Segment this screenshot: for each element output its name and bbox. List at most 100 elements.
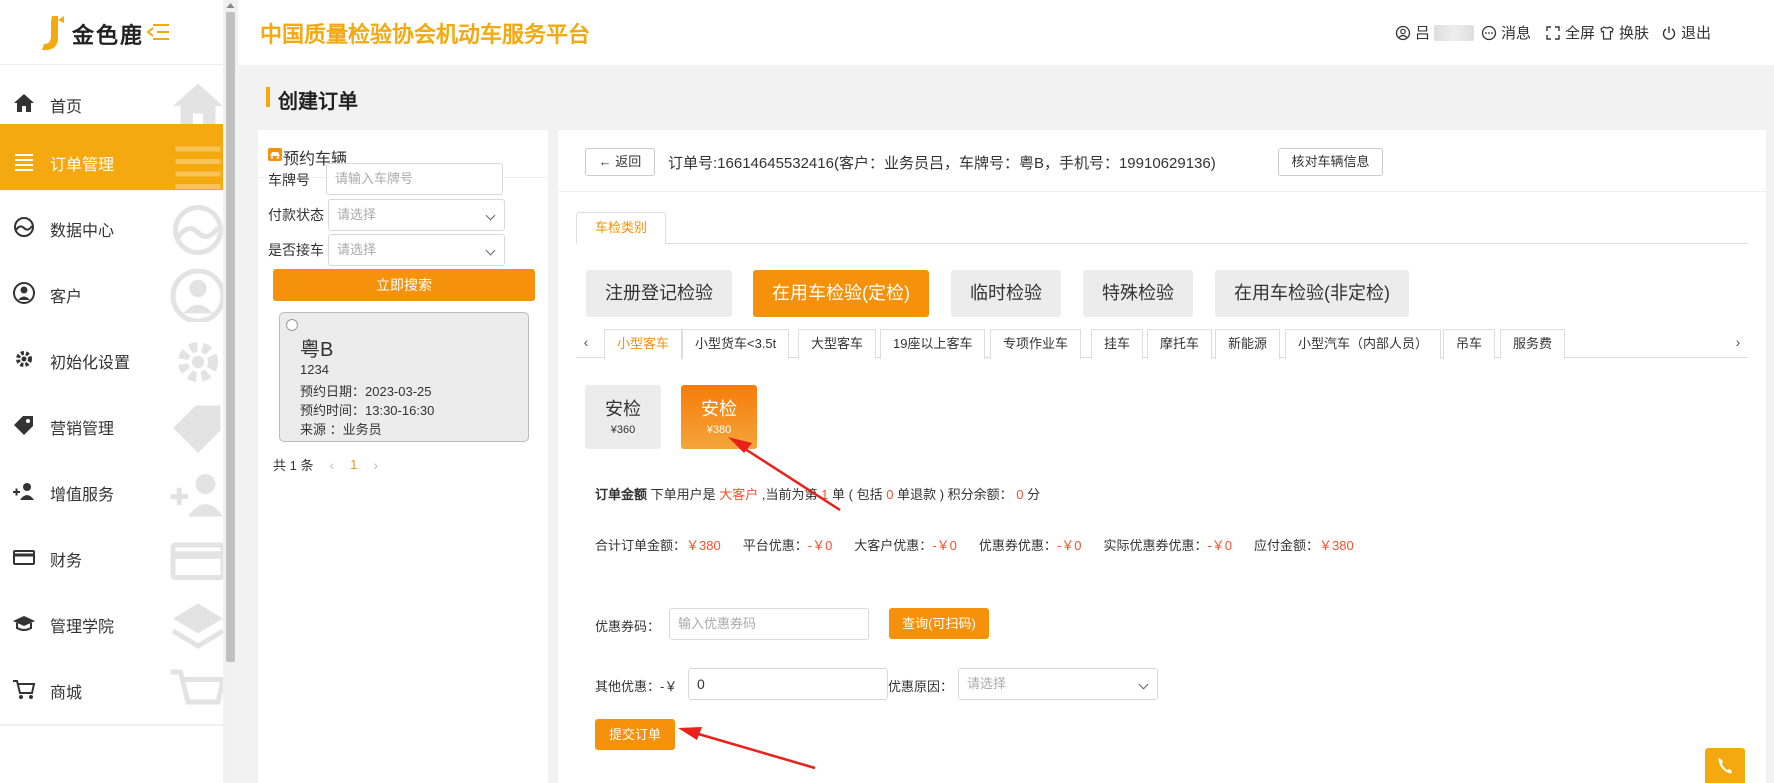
package-name: 安检 — [701, 399, 737, 419]
subtab-large-bus[interactable]: 大型客车 — [798, 329, 877, 359]
amount-text: 单退款 ) 积分余额： — [897, 487, 1013, 502]
user-name: 吕 — [1415, 25, 1431, 42]
sidebar-item-value-added[interactable]: 增值服务 — [0, 454, 223, 528]
pay-status-select[interactable]: 请选择 — [328, 199, 505, 231]
back-button[interactable]: ← 返回 — [585, 148, 655, 176]
sidebar-item-label: 初始化设置 — [50, 355, 131, 372]
sidebar-item-mall[interactable]: 商城 — [0, 652, 223, 726]
sidebar-item-academy[interactable]: 管理学院 — [0, 586, 223, 660]
package-option[interactable]: 安检 ¥360 — [585, 385, 661, 449]
sidebar-item-label: 营销管理 — [50, 421, 115, 438]
amount-text: ,当前为第 — [761, 487, 818, 502]
pagination-next[interactable]: › — [373, 457, 378, 473]
sidebar-item-customer[interactable]: 客户 — [0, 256, 223, 330]
subtab-service-fee[interactable]: 服务费 — [1500, 329, 1566, 359]
search-button[interactable]: 立即搜索 — [273, 269, 535, 301]
top-header: 中国质量检验协会机动车服务平台 吕 消息 全屏 换肤 退出 — [238, 0, 1774, 65]
subtab-crane[interactable]: 吊车 — [1443, 329, 1496, 359]
card-time: 预约时间：13:30-16:30 — [300, 403, 435, 418]
submit-order-button[interactable]: 提交订单 — [595, 719, 675, 750]
user-menu[interactable]: 吕 — [1395, 22, 1475, 43]
sidebar-item-marketing[interactable]: 营销管理 — [0, 388, 223, 462]
card-radio[interactable] — [286, 319, 298, 331]
package-price: ¥360 — [610, 424, 636, 436]
inspection-type-periodic[interactable]: 在用车检验(定检) — [753, 270, 929, 317]
chevron-down-icon — [485, 245, 496, 256]
subtab-new-energy[interactable]: 新能源 — [1215, 329, 1281, 359]
order-header: ← 返回 订单号:16614645532416(客户：业务员吕，车牌号：粤B，手… — [558, 130, 1766, 192]
total-order-amount: 合计订单金额：￥380 — [595, 538, 721, 553]
subtab-trailer[interactable]: 挂车 — [1091, 329, 1144, 359]
sidebar-item-data-center[interactable]: 数据中心 — [0, 190, 223, 264]
fullscreen-button[interactable]: 全屏 — [1545, 22, 1595, 43]
discount-reason-select[interactable]: 请选择 — [958, 668, 1158, 700]
inspection-type-registration[interactable]: 注册登记检验 — [586, 270, 732, 317]
coupon-input[interactable]: 输入优惠券码 — [669, 608, 869, 640]
pay-status-label: 付款状态 — [268, 207, 324, 223]
coupon-query-button[interactable]: 查询(可扫码) — [889, 608, 989, 639]
subtab-small-bus[interactable]: 小型客车 — [604, 329, 683, 360]
amount-text: 下单用户是 — [650, 487, 716, 502]
other-discount-label: 其他优惠：-￥ — [595, 679, 678, 694]
reservation-panel: 预约车辆 车牌号 请输入车牌号 付款状态 请选择 是否接车 请选择 立即搜索 粤… — [258, 130, 548, 783]
list-icon — [175, 146, 221, 189]
layers-icon — [171, 603, 223, 649]
cart-icon — [13, 680, 36, 699]
home-icon — [14, 94, 34, 112]
sidebar-item-label: 财务 — [50, 553, 83, 570]
scrollbar-thumb[interactable] — [226, 12, 235, 662]
tab-vehicle-category[interactable]: 车检类别 — [576, 212, 666, 244]
sidebar-item-finance[interactable]: 财务 — [0, 520, 223, 594]
pickup-select[interactable]: 请选择 — [328, 234, 505, 266]
chart-icon — [173, 205, 223, 255]
sidebar-item-label: 管理学院 — [50, 619, 115, 636]
order-info: 订单号:16614645532416(客户：业务员吕，车牌号：粤B，手机号：19… — [668, 155, 1216, 172]
card-icon — [13, 550, 35, 565]
pagination-page[interactable]: 1 — [350, 457, 357, 472]
gear-icon — [178, 342, 218, 382]
card-icon — [170, 542, 223, 580]
subtab-19-seat-bus[interactable]: 19座以上客车 — [880, 329, 986, 359]
scroll-up-icon[interactable] — [226, 3, 235, 8]
cart-icon — [170, 669, 223, 705]
inspection-type-special[interactable]: 特殊检验 — [1083, 270, 1193, 317]
chevron-left-icon[interactable]: ‹ — [576, 332, 596, 352]
messages-button[interactable]: 消息 — [1481, 22, 1531, 43]
inspection-type-temporary[interactable]: 临时检验 — [951, 270, 1061, 317]
subtab-small-truck[interactable]: 小型货车<3.5t — [682, 329, 790, 359]
pickup-label: 是否接车 — [268, 242, 324, 258]
refund-count: 0 — [886, 487, 894, 502]
logout-button[interactable]: 退出 — [1661, 22, 1711, 43]
skin-label: 换肤 — [1619, 25, 1650, 42]
sidebar-item-init-settings[interactable]: 初始化设置 — [0, 322, 223, 396]
subtab-motorcycle[interactable]: 摩托车 — [1147, 329, 1213, 359]
payable-amount: 应付金额：￥380 — [1254, 538, 1354, 553]
sidebar-item-orders[interactable]: 订单管理 — [0, 124, 223, 198]
order-count: 1 — [821, 487, 829, 502]
platform-discount: 平台优惠：-￥0 — [742, 538, 833, 553]
coupon-label: 优惠券码： — [595, 619, 661, 634]
customer-type: 大客户 — [719, 487, 759, 502]
pagination-prev[interactable]: ‹ — [329, 457, 334, 473]
card-source: 来源 ：业务员 — [300, 422, 382, 437]
verify-vehicle-button[interactable]: 核对车辆信息 — [1278, 148, 1383, 176]
car-icon — [268, 148, 282, 161]
phone-contact-button[interactable] — [1705, 748, 1745, 783]
other-discount-input[interactable]: 0 — [688, 668, 888, 700]
graduation-cap-icon — [13, 616, 35, 631]
skin-button[interactable]: 换肤 — [1599, 22, 1649, 43]
sidebar-item-label: 增值服务 — [50, 487, 115, 504]
app-title: 中国质量检验协会机动车服务平台 — [260, 22, 591, 47]
inspection-type-non-periodic[interactable]: 在用车检验(非定检) — [1215, 270, 1409, 317]
package-option-selected[interactable]: 安检 ¥380 — [681, 385, 757, 449]
subtab-internal-car[interactable]: 小型汽车（内部人员） — [1285, 329, 1442, 359]
menu-collapse-icon[interactable] — [145, 20, 171, 44]
coupon-discount: 优惠券优惠：-￥0 — [978, 538, 1082, 553]
discount-reason-placeholder: 请选择 — [967, 676, 1007, 691]
tag-icon — [173, 405, 221, 453]
page-title-accent — [266, 87, 270, 107]
plate-input[interactable]: 请输入车牌号 — [326, 163, 503, 195]
subtab-special-vehicle[interactable]: 专项作业车 — [990, 329, 1082, 359]
reservation-card[interactable]: 粤B 1234 预约日期：2023-03-25 预约时间：13:30-16:30… — [279, 312, 529, 442]
chevron-right-icon[interactable]: › — [1728, 332, 1748, 352]
